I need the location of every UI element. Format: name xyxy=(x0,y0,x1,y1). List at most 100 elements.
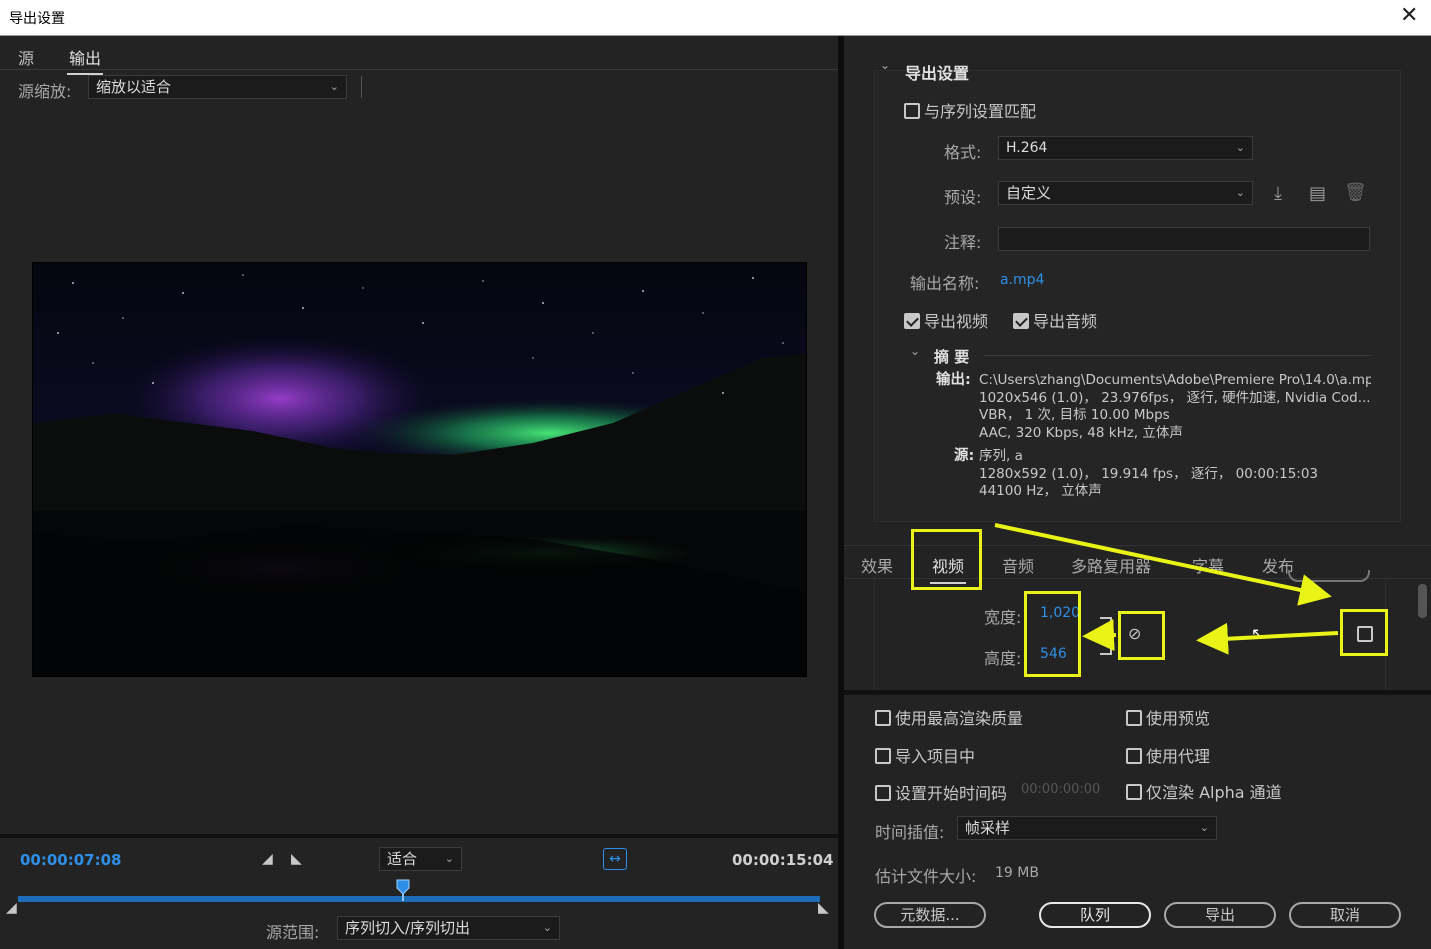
alpha-only-label: 仅渲染 Alpha 通道 xyxy=(1146,783,1282,802)
cancel-button[interactable]: 取消 xyxy=(1289,902,1401,928)
close-icon[interactable]: ✕ xyxy=(1400,3,1418,28)
save-preset-icon[interactable]: ⤓ xyxy=(1274,183,1282,204)
timeline-separator xyxy=(0,834,838,838)
summary-source-label: 源: xyxy=(954,448,975,464)
checkbox-box[interactable] xyxy=(904,103,920,119)
summary-line: 44100 Hz， 立体声 xyxy=(979,483,1102,499)
export-audio-checkbox[interactable]: 导出音频 xyxy=(1013,308,1097,332)
filesize-label: 估计文件大小: xyxy=(875,867,977,886)
summary-header: 摘 要 xyxy=(934,348,970,366)
summary-line: 序列, a xyxy=(979,448,1023,464)
checkbox-box[interactable] xyxy=(1013,313,1029,329)
chevron-down-icon: ⌄ xyxy=(1235,141,1245,154)
summary-line: 1280x592 (1.0)， 19.914 fps， 逐行， 00:00:15… xyxy=(979,465,1319,482)
summary-line: C:\Users\zhang\Documents\Adobe\Premiere … xyxy=(979,372,1371,388)
aspect-toggle-icon[interactable]: ↔ xyxy=(603,848,627,870)
video-preview xyxy=(32,262,807,677)
import-project-label: 导入项目中 xyxy=(895,747,976,766)
collapse-icon[interactable]: ⌄ xyxy=(910,344,920,358)
summary-line: AAC, 320 Kbps, 48 kHz, 立体声 xyxy=(979,424,1183,441)
toolbar-separator xyxy=(361,76,362,98)
start-timecode-label: 设置开始时间码 xyxy=(895,784,1008,803)
use-preview-label: 使用预览 xyxy=(1146,709,1211,728)
summary-line: 1020x546 (1.0)， 23.976fps， 逐行, 硬件加速, Nvi… xyxy=(979,389,1371,406)
use-proxy-checkbox[interactable]: 使用代理 xyxy=(1126,743,1210,767)
summary-source: 序列, a 1280x592 (1.0)， 19.914 fps， 逐行， 00… xyxy=(979,448,1371,501)
source-scale-value: 缩放以适合 xyxy=(96,78,172,96)
source-scale-label: 源缩放: xyxy=(18,82,72,101)
source-scale-dropdown[interactable]: 缩放以适合 ⌄ xyxy=(88,75,347,99)
export-settings-header: 导出设置 xyxy=(905,64,970,83)
source-range-value: 序列切入/序列切出 xyxy=(345,919,471,937)
aurora-image xyxy=(33,263,806,676)
preset-label: 预设: xyxy=(944,188,982,207)
output-name-label: 输出名称: xyxy=(910,274,980,293)
format-dropdown[interactable]: H.264 ⌄ xyxy=(998,136,1253,160)
mark-out-icon[interactable]: ◣ xyxy=(291,851,302,867)
end-timecode: 00:00:15:04 xyxy=(732,851,834,869)
export-video-checkbox[interactable]: 导出视频 xyxy=(904,308,988,332)
timeline-bar[interactable] xyxy=(18,896,820,902)
checkbox-box[interactable] xyxy=(875,710,891,726)
checkbox-box[interactable] xyxy=(904,313,920,329)
delete-preset-icon[interactable]: 🗑 xyxy=(1344,182,1367,203)
match-sequence-label: 与序列设置匹配 xyxy=(924,102,1037,121)
start-timecode-value[interactable]: 00:00:00:00 xyxy=(1021,782,1100,797)
import-preset-icon[interactable]: ▤ xyxy=(1309,183,1326,204)
start-timecode-checkbox[interactable]: 设置开始时间码 xyxy=(875,780,1007,804)
summary-output: C:\Users\zhang\Documents\Adobe\Premiere … xyxy=(979,372,1371,442)
summary-line: VBR， 1 次, 目标 10.00 Mbps xyxy=(979,407,1170,423)
source-range-label: 源范围: xyxy=(266,923,320,942)
out-point-icon[interactable]: ◣ xyxy=(818,900,829,916)
use-preview-checkbox[interactable]: 使用预览 xyxy=(1126,705,1210,729)
interp-label: 时间插值: xyxy=(875,823,945,842)
tab-source[interactable]: 源 xyxy=(18,45,34,69)
max-render-checkbox[interactable]: 使用最高渲染质量 xyxy=(875,705,1023,729)
chevron-down-icon: ⌄ xyxy=(1199,821,1209,834)
collapse-icon[interactable]: ⌄ xyxy=(880,58,890,72)
use-proxy-label: 使用代理 xyxy=(1146,747,1211,766)
mark-in-icon[interactable]: ◢ xyxy=(262,851,273,867)
source-range-dropdown[interactable]: 序列切入/序列切出 ⌄ xyxy=(337,916,560,940)
checkbox-box[interactable] xyxy=(1126,710,1142,726)
playhead-handle[interactable] xyxy=(396,879,410,901)
metadata-button[interactable]: 元数据... xyxy=(874,902,986,928)
fit-dropdown[interactable]: 适合 ⌄ xyxy=(379,847,462,871)
output-name-link[interactable]: a.mp4 xyxy=(1000,272,1044,288)
alpha-only-checkbox[interactable]: 仅渲染 Alpha 通道 xyxy=(1126,779,1282,803)
format-label: 格式: xyxy=(944,143,982,162)
match-sequence-checkbox[interactable]: 与序列设置匹配 xyxy=(904,98,1036,122)
title-bar: 导出设置 ✕ xyxy=(0,0,1431,36)
export-audio-label: 导出音频 xyxy=(1033,312,1098,331)
export-video-label: 导出视频 xyxy=(924,312,989,331)
fit-value: 适合 xyxy=(387,850,418,868)
comment-label: 注释: xyxy=(944,233,982,252)
import-project-checkbox[interactable]: 导入项目中 xyxy=(875,743,975,767)
queue-button[interactable]: 队列 xyxy=(1039,902,1151,928)
interp-value: 帧采样 xyxy=(965,819,1011,837)
current-timecode[interactable]: 00:00:07:08 xyxy=(20,851,122,869)
chevron-down-icon: ⌄ xyxy=(444,852,454,865)
tab-output[interactable]: 输出 xyxy=(66,45,104,75)
summary-output-label: 输出: xyxy=(936,372,971,388)
comment-input[interactable] xyxy=(998,227,1370,251)
summary-divider xyxy=(984,355,1372,356)
chevron-down-icon: ⌄ xyxy=(329,80,339,93)
chevron-down-icon: ⌄ xyxy=(1235,186,1245,199)
checkbox-box[interactable] xyxy=(875,785,891,801)
format-value: H.264 xyxy=(1006,140,1048,156)
checkbox-box[interactable] xyxy=(875,748,891,764)
checkbox-box[interactable] xyxy=(1126,748,1142,764)
preset-value: 自定义 xyxy=(1006,184,1052,202)
annotation-arrows xyxy=(994,523,1339,655)
options-separator xyxy=(844,690,1431,695)
filesize-value: 19 MB xyxy=(995,865,1039,881)
interp-dropdown[interactable]: 帧采样 ⌄ xyxy=(957,816,1217,840)
max-render-label: 使用最高渲染质量 xyxy=(895,709,1024,728)
export-button[interactable]: 导出 xyxy=(1164,902,1276,928)
in-point-icon[interactable]: ◢ xyxy=(6,900,17,916)
chevron-down-icon: ⌄ xyxy=(542,921,552,934)
preset-dropdown[interactable]: 自定义 ⌄ xyxy=(998,181,1253,205)
checkbox-box[interactable] xyxy=(1126,784,1142,800)
window-title: 导出设置 xyxy=(9,11,65,27)
